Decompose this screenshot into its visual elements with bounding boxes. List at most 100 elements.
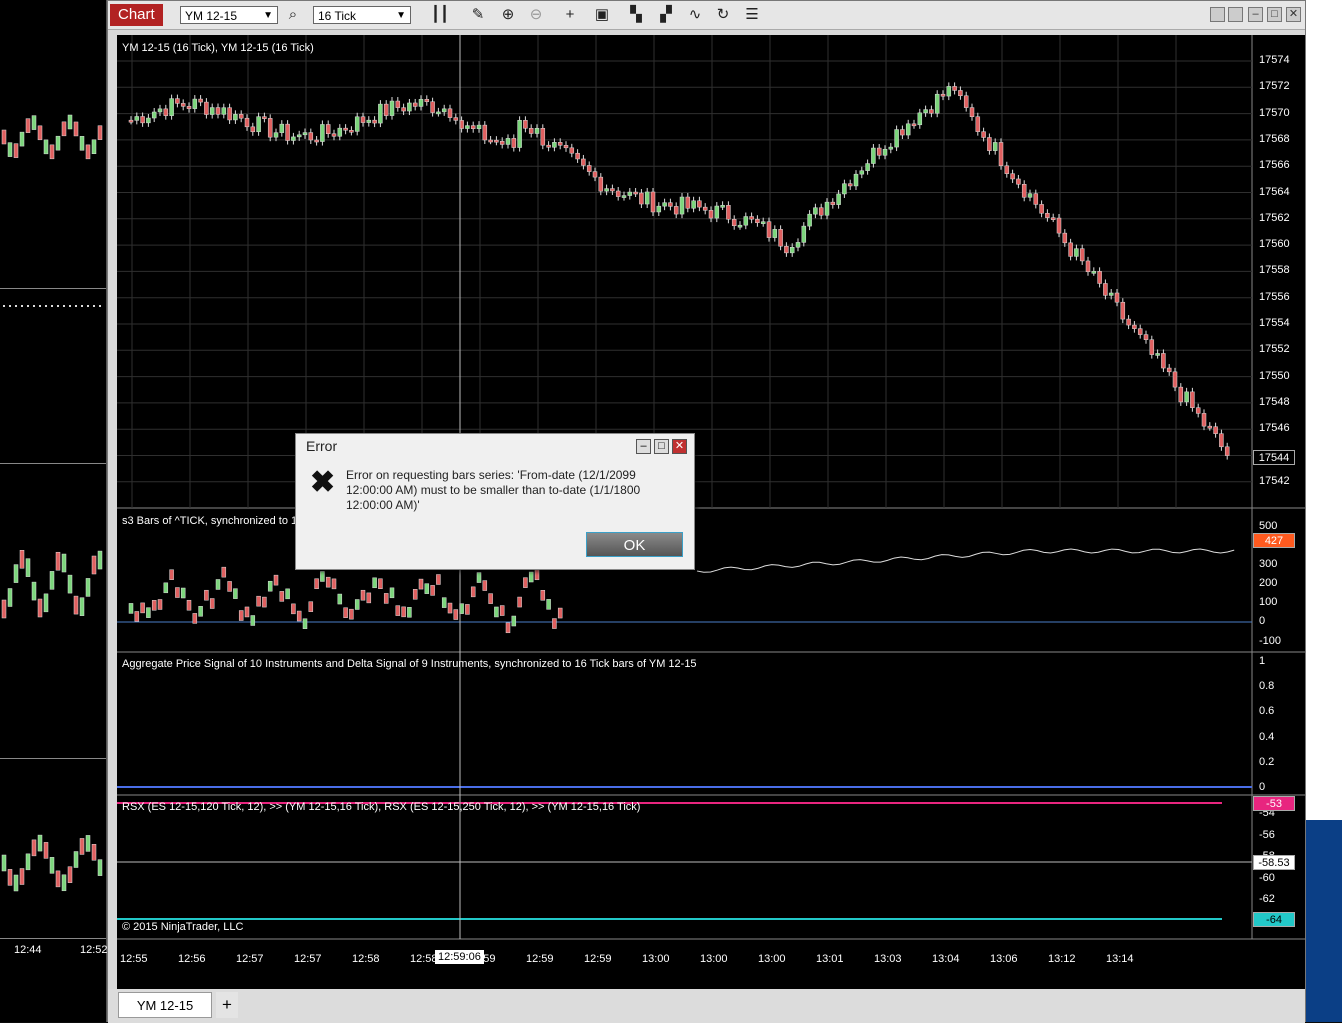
tab-ym-12-15[interactable]: YM 12-15 (118, 992, 212, 1018)
properties-icon[interactable]: ☰ (742, 5, 762, 25)
close-icon[interactable]: ✕ (1286, 7, 1301, 22)
tick-bar (157, 599, 163, 610)
interval-selector[interactable]: 16 Tick ▼ (313, 6, 411, 24)
candle (262, 116, 267, 119)
candle (905, 123, 911, 136)
minimize-icon[interactable]: – (636, 439, 651, 454)
add-tab-button[interactable]: + (216, 992, 238, 1018)
candle (1184, 391, 1189, 403)
rsx-axis-label: -56 (1259, 828, 1275, 841)
maximize-icon[interactable]: □ (1267, 7, 1282, 22)
tick-bar (204, 589, 209, 601)
background-candle (1, 129, 7, 145)
candle (917, 112, 923, 126)
background-candle (73, 851, 79, 868)
price-axis-label: 17568 (1259, 132, 1290, 145)
background-dot (57, 305, 59, 307)
tick-bar (302, 618, 308, 629)
candle (238, 114, 244, 119)
price-axis-label: 17548 (1259, 395, 1290, 408)
maximize-icon[interactable]: □ (654, 439, 669, 454)
tick-bar (209, 598, 215, 609)
candle (517, 120, 522, 148)
tick-bar (238, 610, 244, 621)
candle (273, 132, 279, 138)
crosshair-icon[interactable]: + (560, 5, 580, 25)
candle (511, 138, 517, 148)
tick-bar (505, 622, 511, 634)
tile-icon[interactable] (1228, 7, 1243, 22)
tick-bar (325, 576, 331, 588)
tick-bar (360, 589, 366, 601)
candle (836, 193, 841, 205)
tick-bar (453, 609, 459, 620)
candle (952, 86, 957, 91)
candle (540, 128, 546, 146)
instrument-selector[interactable]: YM 12-15 ▼ (180, 6, 278, 24)
tick-bar (383, 593, 389, 604)
refresh-icon[interactable]: ↻ (713, 5, 733, 25)
candle (586, 165, 592, 172)
tick-bar (488, 593, 493, 604)
interval-value: 16 Tick (318, 9, 357, 23)
price-axis-label: 17554 (1259, 317, 1290, 329)
ok-button[interactable]: OK (586, 532, 683, 557)
bar-style-icon[interactable]: ┃┃ (430, 5, 450, 25)
zoom-in-icon[interactable]: ⊕ (498, 5, 518, 25)
search-icon[interactable]: ⌕ (283, 5, 303, 25)
chart-menu-button[interactable]: Chart (110, 4, 163, 26)
tile-icon[interactable] (1210, 7, 1225, 22)
candle (1039, 204, 1044, 214)
time-axis-label: 13:06 (990, 953, 1018, 965)
minimize-icon[interactable]: – (1248, 7, 1263, 22)
candle (302, 132, 308, 136)
data-box-icon[interactable]: ▣ (592, 5, 612, 25)
candle (250, 126, 256, 133)
tick-bar (163, 582, 169, 594)
strategy-icon[interactable]: ▚ (626, 5, 646, 25)
price-axis-label: 17574 (1259, 54, 1290, 66)
candle (679, 196, 685, 215)
candle (366, 119, 372, 123)
close-icon[interactable]: ✕ (672, 439, 687, 454)
candle (1120, 301, 1126, 320)
aggregate-axis-label: 0.8 (1259, 680, 1275, 693)
candle (215, 107, 221, 115)
zoom-out-icon[interactable]: ⊖ (526, 5, 546, 25)
candle (1097, 271, 1102, 284)
candle (975, 116, 981, 132)
background-candle (91, 555, 97, 575)
background-candle (79, 838, 85, 855)
indicator-icon[interactable]: ▞ (656, 5, 676, 25)
tab-bar: YM 12-15 + (108, 989, 1305, 1023)
candle (1074, 248, 1079, 257)
background-candle (13, 874, 19, 892)
candle (900, 129, 905, 136)
tick-bar (407, 607, 412, 618)
candle (847, 183, 853, 187)
candle (1161, 353, 1166, 369)
background-candle (97, 550, 103, 570)
candle (192, 98, 198, 109)
aggregate-panel-title: Aggregate Price Signal of 10 Instruments… (122, 658, 697, 670)
pencil-icon[interactable]: ✎ (468, 5, 488, 25)
price-axis-label: 17562 (1259, 211, 1290, 224)
candle (981, 131, 986, 138)
candle (151, 111, 157, 119)
background-dot (39, 305, 41, 307)
candle (871, 147, 876, 164)
trend-icon[interactable]: ∿ (685, 5, 705, 25)
candle (702, 206, 708, 211)
candle (505, 138, 511, 145)
tick-bar (424, 583, 430, 594)
candle (1085, 260, 1091, 273)
candle (934, 93, 940, 114)
candle (1213, 426, 1218, 434)
candle (662, 202, 667, 207)
candle (383, 103, 389, 116)
tick-bar (517, 596, 522, 608)
tick-bar (389, 587, 395, 599)
candle (546, 144, 551, 148)
candle (552, 142, 557, 148)
price-axis-label: 17542 (1259, 474, 1290, 487)
